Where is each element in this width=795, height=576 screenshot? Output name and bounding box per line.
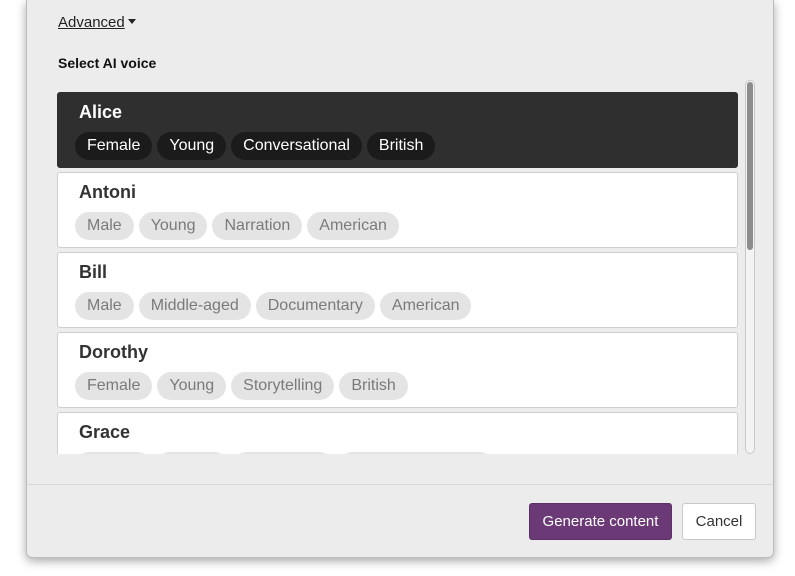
voice-tags: Female Young Conversational British <box>75 132 436 160</box>
voice-tag <box>75 452 151 454</box>
voice-list-scrollbar[interactable] <box>745 80 755 454</box>
voice-tag: Female <box>75 132 153 160</box>
cancel-button[interactable]: Cancel <box>682 503 756 540</box>
voice-tag: Young <box>138 212 208 240</box>
voice-tag: Male <box>75 212 134 240</box>
caret-down-icon <box>127 19 136 24</box>
voice-name: Antoni <box>79 182 136 202</box>
voice-tag: American <box>379 292 472 320</box>
scrollbar-thumb[interactable] <box>747 82 753 250</box>
advanced-toggle[interactable]: Advanced <box>58 14 136 31</box>
section-title: Select AI voice <box>58 55 157 71</box>
voice-tag <box>338 452 494 454</box>
voice-name: Dorothy <box>79 342 148 362</box>
generate-content-button[interactable]: Generate content <box>529 503 672 540</box>
voice-tags: Male Middle-aged Documentary American <box>75 292 472 320</box>
voice-name: Bill <box>79 262 108 282</box>
voice-tag: Young <box>157 372 227 400</box>
voice-name: Alice <box>79 102 123 122</box>
voice-tag: Storytelling <box>231 372 335 400</box>
voice-name: Grace <box>79 422 131 442</box>
voice-tag: British <box>339 372 408 400</box>
voice-card-grace[interactable]: Grace <box>57 412 738 454</box>
voice-dialog: Advanced Select AI voice Alice Female Yo… <box>26 0 774 558</box>
voice-tag: Narration <box>212 212 303 240</box>
voice-tags <box>75 452 494 454</box>
voice-tag: Male <box>75 292 134 320</box>
voice-tags: Female Young Storytelling British <box>75 372 408 400</box>
voice-tag: Female <box>75 372 153 400</box>
voice-tags: Male Young Narration American <box>75 212 399 240</box>
voice-tag: Documentary <box>255 292 375 320</box>
footer-divider <box>27 484 773 485</box>
voice-card-dorothy[interactable]: Dorothy Female Young Storytelling Britis… <box>57 332 738 408</box>
voice-tag: Middle-aged <box>138 292 251 320</box>
voice-tag: Conversational <box>231 132 362 160</box>
voice-card-bill[interactable]: Bill Male Middle-aged Documentary Americ… <box>57 252 738 328</box>
voice-tag: American <box>307 212 399 240</box>
voice-card-antoni[interactable]: Antoni Male Young Narration American <box>57 172 738 248</box>
voice-tag: Young <box>157 132 227 160</box>
voice-tag: British <box>366 132 436 160</box>
voice-tag <box>156 452 228 454</box>
advanced-label: Advanced <box>58 14 125 31</box>
voice-list: Alice Female Young Conversational Britis… <box>57 92 739 454</box>
voice-tag <box>233 452 333 454</box>
voice-card-alice[interactable]: Alice Female Young Conversational Britis… <box>57 92 738 168</box>
